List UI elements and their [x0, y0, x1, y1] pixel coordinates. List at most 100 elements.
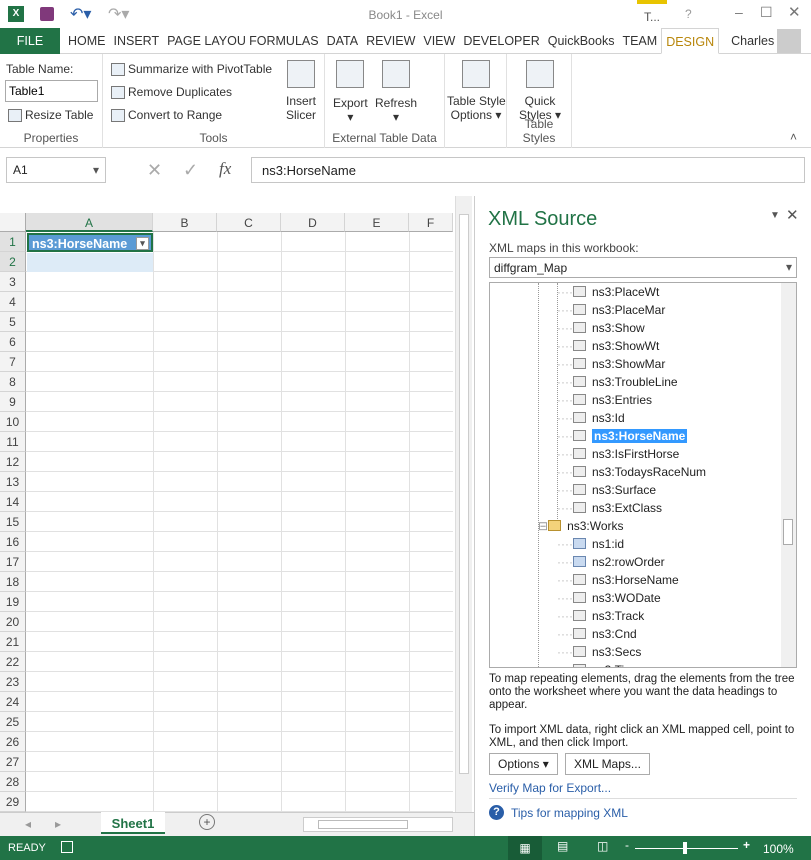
name-box[interactable]: A1 ▾	[6, 157, 106, 183]
table-name-input[interactable]	[5, 80, 98, 102]
remove-duplicates-button[interactable]: Remove Duplicates	[111, 85, 232, 100]
close-button[interactable]: ✕	[788, 3, 801, 21]
macro-record-icon[interactable]	[61, 841, 73, 853]
pane-options-icon[interactable]: ▼	[770, 210, 780, 221]
tree-item[interactable]: ···· ns3:TroubleLine	[557, 375, 678, 393]
row-header-19[interactable]: 19	[0, 592, 26, 612]
tree-item[interactable]: ···· ns3:TodaysRaceNum	[557, 465, 706, 483]
row-header-25[interactable]: 25	[0, 712, 26, 732]
row-header-9[interactable]: 9	[0, 392, 26, 412]
column-header-D[interactable]: D	[281, 213, 345, 232]
tab-insert[interactable]: INSERT	[110, 28, 164, 54]
column-header-B[interactable]: B	[153, 213, 217, 232]
select-all-button[interactable]	[0, 213, 26, 232]
insert-slicer-button[interactable]: Insert Slicer	[283, 60, 319, 122]
row-header-5[interactable]: 5	[0, 312, 26, 332]
collapse-ribbon-icon[interactable]: ˄	[790, 130, 797, 144]
tab-review[interactable]: REVIEW	[362, 28, 419, 54]
next-sheet-icon[interactable]: ▸	[55, 817, 61, 831]
row-header-2[interactable]: 2	[0, 252, 26, 272]
row-header-18[interactable]: 18	[0, 572, 26, 592]
cancel-icon[interactable]: ✕	[147, 160, 162, 181]
pivot-button[interactable]: Summarize with PivotTable	[111, 62, 272, 77]
resize-table-button[interactable]: Resize Table	[8, 108, 93, 123]
tab-quickbooks[interactable]: QuickBooks	[544, 28, 619, 54]
tab-page-layout[interactable]: PAGE LAYOU	[163, 28, 246, 54]
row-header-23[interactable]: 23	[0, 672, 26, 692]
tree-item[interactable]: ···· ns3:Entries	[557, 393, 652, 411]
row-header-17[interactable]: 17	[0, 552, 26, 572]
row-header-7[interactable]: 7	[0, 352, 26, 372]
refresh-button[interactable]: Refresh ▾	[375, 60, 417, 124]
tab-home[interactable]: HOME	[60, 28, 110, 54]
filter-dropdown-icon[interactable]: ▾	[136, 237, 149, 250]
cell-a1-table-header[interactable]: ns3:HorseName ▾	[27, 233, 153, 252]
export-button[interactable]: Export ▾	[333, 60, 368, 124]
worksheet-grid[interactable]: A B C D E F 1 2 3 4 5 6 7 8 9 10 11 12 13 14 15 16 17 18 19 20 21 2…	[0, 196, 455, 832]
tree-item[interactable]: ···· ns3:Secs	[557, 645, 641, 663]
insert-function-icon[interactable]: fx	[219, 159, 231, 179]
tree-item[interactable]: ···· ns3:Cnd	[557, 627, 637, 645]
row-header-3[interactable]: 3	[0, 272, 26, 292]
row-header-28[interactable]: 28	[0, 772, 26, 792]
tips-link[interactable]: Tips for mapping XML	[511, 806, 628, 820]
row-header-12[interactable]: 12	[0, 452, 26, 472]
map-select[interactable]: diffgram_Map ▾	[489, 257, 797, 278]
vertical-scrollbar[interactable]	[455, 196, 472, 812]
tree-item[interactable]: ···· ns3:ShowWt	[557, 339, 659, 357]
tab-design[interactable]: DESIGN	[661, 28, 720, 54]
scroll-thumb[interactable]	[459, 214, 469, 774]
quick-styles-button[interactable]: Quick Styles ▾	[519, 60, 561, 122]
prev-sheet-icon[interactable]: ◂	[25, 817, 31, 831]
row-header-8[interactable]: 8	[0, 372, 26, 392]
tree-item[interactable]: ····ns3:Time	[557, 663, 641, 667]
tree-item[interactable]: ···· ns3:ShowMar	[557, 357, 665, 375]
row-header-22[interactable]: 22	[0, 652, 26, 672]
tree-scrollbar[interactable]	[781, 283, 796, 667]
tree-item[interactable]: ···· ns1:id	[557, 537, 624, 555]
tree-item[interactable]: ···· ns3:Surface	[557, 483, 656, 501]
row-header-1[interactable]: 1	[0, 232, 26, 252]
table-style-options-button[interactable]: Table Style Options ▾	[447, 60, 506, 122]
row-header-10[interactable]: 10	[0, 412, 26, 432]
tab-formulas[interactable]: FORMULAS	[245, 28, 322, 54]
row-header-6[interactable]: 6	[0, 332, 26, 352]
convert-range-button[interactable]: Convert to Range	[111, 108, 222, 123]
column-header-E[interactable]: E	[345, 213, 409, 232]
pane-close-icon[interactable]: ✕	[786, 206, 799, 224]
tab-team[interactable]: TEAM	[618, 28, 661, 54]
zoom-slider[interactable]: - +	[625, 838, 750, 855]
help-icon[interactable]: ?	[685, 7, 692, 21]
row-header-21[interactable]: 21	[0, 632, 26, 652]
column-header-F[interactable]: F	[409, 213, 453, 232]
horizontal-scrollbar[interactable]	[303, 817, 453, 832]
row-header-29[interactable]: 29	[0, 792, 26, 812]
tab-data[interactable]: DATA	[323, 28, 362, 54]
row-header-20[interactable]: 20	[0, 612, 26, 632]
xml-tree[interactable]: ···· ns3:PlaceWt ···· ns3:PlaceMar ···· ns3:S…	[489, 282, 797, 668]
options-button[interactable]: Options ▾	[489, 753, 558, 775]
tab-view[interactable]: VIEW	[419, 28, 459, 54]
tree-item[interactable]: ···· ns3:Track	[557, 609, 644, 627]
tree-item[interactable]: ···· ns3:HorseName	[557, 429, 688, 447]
tree-item[interactable]: ···· ns3:PlaceMar	[557, 303, 665, 321]
minimize-button[interactable]: –	[735, 4, 743, 20]
cell-a2[interactable]	[27, 253, 153, 272]
tab-developer[interactable]: DEVELOPER	[459, 28, 543, 54]
page-break-view-button[interactable]: ◫	[597, 839, 608, 853]
maximize-button[interactable]: ☐	[760, 4, 773, 21]
tree-item[interactable]: ···· ns3:WODate	[557, 591, 661, 609]
column-header-A[interactable]: A	[26, 213, 153, 232]
row-header-24[interactable]: 24	[0, 692, 26, 712]
add-sheet-icon[interactable]: +	[199, 814, 215, 830]
zoom-level[interactable]: 100%	[763, 842, 794, 856]
tree-item[interactable]: ···· ns3:HorseName	[557, 573, 679, 591]
row-header-27[interactable]: 27	[0, 752, 26, 772]
column-header-C[interactable]: C	[217, 213, 281, 232]
enter-icon[interactable]: ✓	[183, 160, 198, 181]
row-header-16[interactable]: 16	[0, 532, 26, 552]
row-header-4[interactable]: 4	[0, 292, 26, 312]
row-header-11[interactable]: 11	[0, 432, 26, 452]
verify-map-link[interactable]: Verify Map for Export...	[489, 781, 611, 795]
xml-maps-button[interactable]: XML Maps...	[565, 753, 650, 775]
